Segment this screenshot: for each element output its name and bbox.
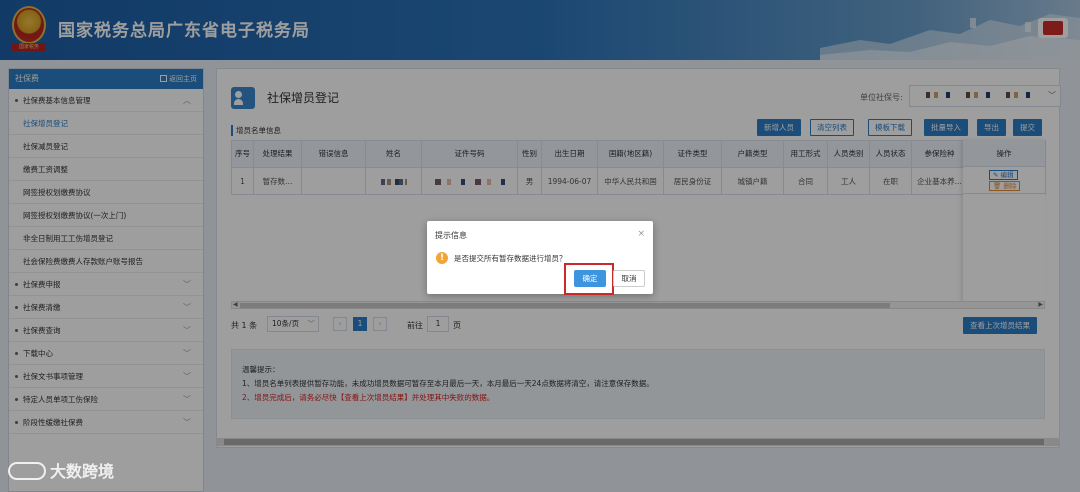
dialog-title: 提示信息 xyxy=(435,231,467,240)
warning-icon: ! xyxy=(436,252,448,264)
watermark-logo-icon xyxy=(8,462,46,480)
confirm-button[interactable]: 确定 xyxy=(574,270,606,287)
cancel-button[interactable]: 取消 xyxy=(613,270,645,287)
watermark: 大数跨境 xyxy=(8,458,114,482)
close-icon[interactable]: × xyxy=(637,229,645,239)
dialog-message: 是否提交所有暂存数据进行增员？ xyxy=(454,254,567,263)
